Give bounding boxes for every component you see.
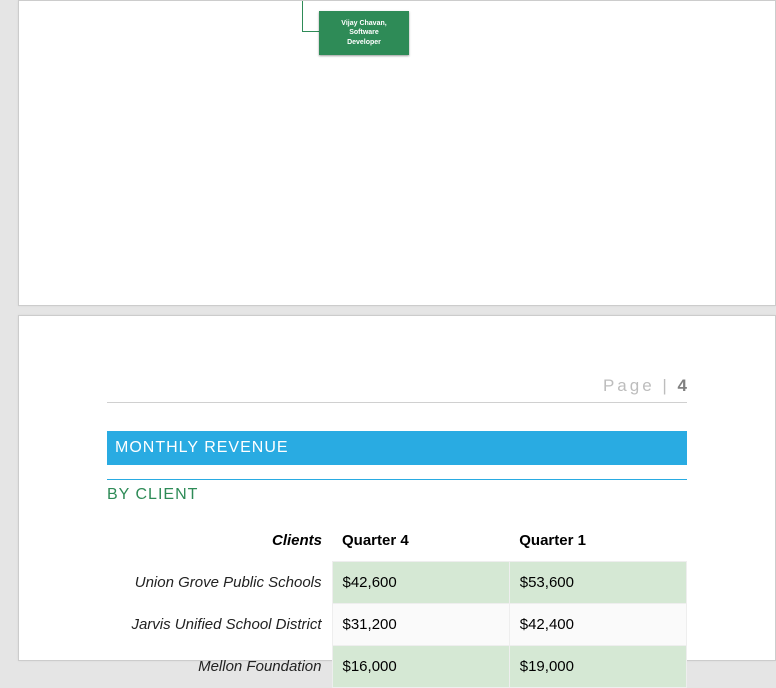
org-employee-name: Vijay Chavan, — [341, 19, 386, 28]
org-employee-role-1: Software — [341, 28, 386, 37]
subsection-heading: BY CLIENT — [107, 479, 687, 510]
section-heading: MONTHLY REVENUE — [107, 431, 687, 465]
org-connector-vertical — [302, 1, 303, 31]
table-row: Jarvis Unified School District$31,200$42… — [107, 604, 687, 646]
subsection-heading-text: BY CLIENT — [107, 486, 198, 503]
quarter4-cell: $31,200 — [332, 604, 509, 646]
table-header-row: Clients Quarter 4 Quarter 1 — [107, 520, 687, 562]
quarter4-cell: $42,600 — [332, 562, 509, 604]
document-page-lower: Page | 4 MONTHLY REVENUE BY CLIENT Clien… — [18, 315, 776, 661]
column-header-clients: Clients — [107, 520, 332, 562]
quarter4-cell: $16,000 — [332, 646, 509, 688]
revenue-table: Clients Quarter 4 Quarter 1 Union Grove … — [107, 520, 687, 688]
org-chart-node: Vijay Chavan, Software Developer — [319, 11, 409, 55]
quarter1-cell: $53,600 — [509, 562, 686, 604]
client-name-cell: Mellon Foundation — [107, 646, 332, 688]
quarter1-cell: $42,400 — [509, 604, 686, 646]
column-header-quarter1: Quarter 1 — [509, 520, 686, 562]
divider-under-page-number — [107, 402, 687, 403]
section-heading-text: MONTHLY REVENUE — [115, 439, 289, 456]
page-number-indicator: Page | 4 — [107, 376, 687, 402]
client-name-cell: Jarvis Unified School District — [107, 604, 332, 646]
page-content: Page | 4 MONTHLY REVENUE BY CLIENT Clien… — [107, 376, 687, 688]
quarter1-cell: $19,000 — [509, 646, 686, 688]
org-connector-horizontal — [302, 31, 319, 32]
document-page-upper: Vijay Chavan, Software Developer — [18, 0, 776, 306]
page-number: 4 — [678, 376, 687, 395]
column-header-quarter4: Quarter 4 — [332, 520, 509, 562]
org-employee-role-2: Developer — [341, 38, 386, 47]
page-label: Page | — [603, 376, 678, 395]
table-row: Union Grove Public Schools$42,600$53,600 — [107, 562, 687, 604]
client-name-cell: Union Grove Public Schools — [107, 562, 332, 604]
table-row: Mellon Foundation$16,000$19,000 — [107, 646, 687, 688]
